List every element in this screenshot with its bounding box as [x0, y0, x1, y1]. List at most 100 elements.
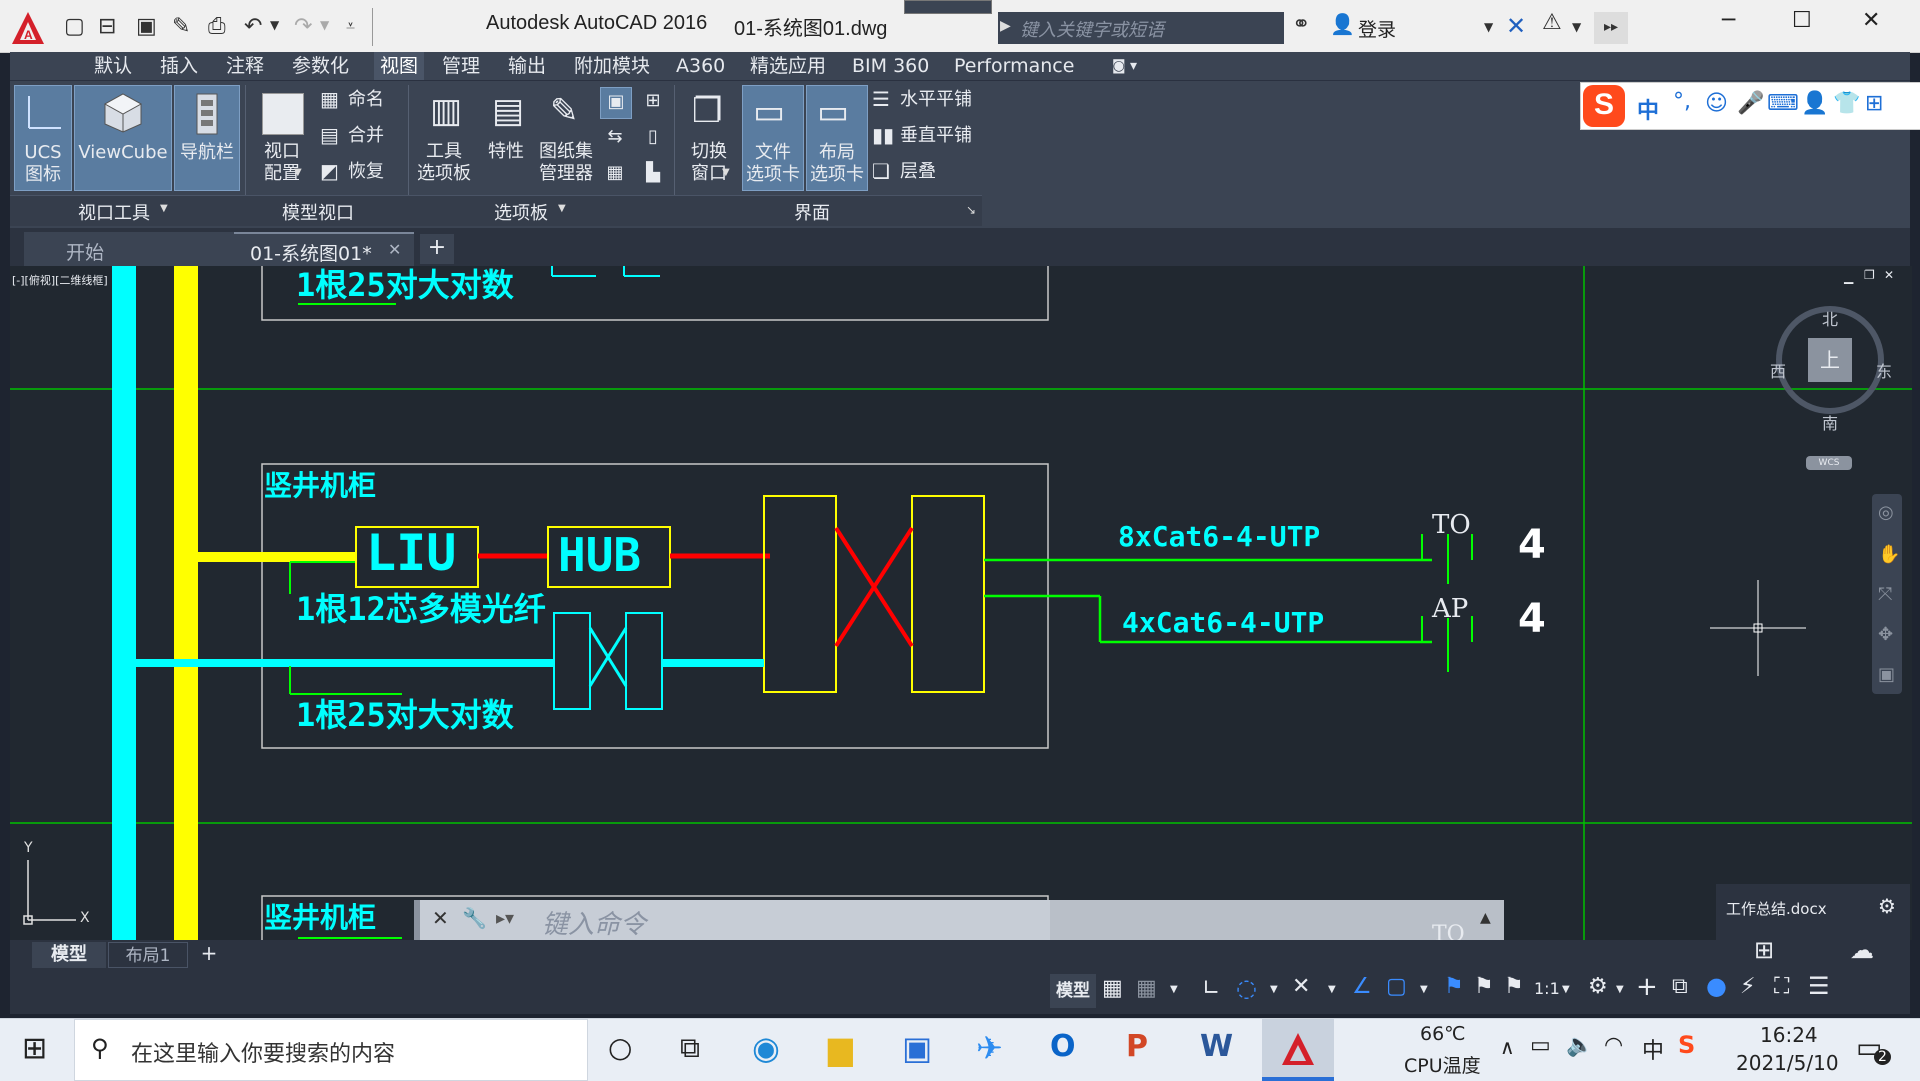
feishu-icon[interactable]: ✈: [976, 1029, 1003, 1067]
viewport-close-icon[interactable]: ✕: [1884, 268, 1894, 282]
panel-palettes[interactable]: 选项板: [494, 199, 548, 225]
help-strip[interactable]: ▸▸: [1594, 12, 1628, 44]
command-close-icon[interactable]: ✕: [432, 906, 449, 930]
store-icon[interactable]: ▣: [902, 1029, 932, 1067]
viewport-restore-icon[interactable]: ❐: [1864, 268, 1875, 282]
a360-icon[interactable]: ⚠: [1542, 10, 1562, 35]
osnap-track-icon[interactable]: ∠: [1352, 974, 1372, 999]
tab-layout1[interactable]: 布局1: [108, 942, 188, 968]
layout-tabs-button[interactable]: ▭ 布局 选项卡: [806, 85, 868, 191]
command-history-icon[interactable]: ▲: [1480, 910, 1491, 926]
search-box[interactable]: ▶ 键入关键字或短语: [998, 12, 1284, 44]
exchange-x-icon[interactable]: ✕: [1506, 12, 1526, 40]
annotation-visibility-icon[interactable]: ⚑: [1444, 974, 1464, 999]
sheetset-button[interactable]: ✎ 图纸集 管理器: [536, 85, 596, 189]
ime-lang-toggle[interactable]: 中: [1637, 93, 1659, 125]
ime-toolbox-icon[interactable]: ⊞: [1865, 91, 1883, 116]
scale-dropdown-icon[interactable]: ▼: [1562, 984, 1570, 995]
battery-icon[interactable]: ▭: [1530, 1033, 1551, 1058]
palette-small-1[interactable]: ▣: [600, 87, 632, 119]
tab-annotate[interactable]: 注释: [226, 52, 264, 80]
tab-current-file[interactable]: 01-系统图01* ✕: [234, 232, 414, 268]
ortho-icon[interactable]: ∟: [1202, 976, 1220, 1001]
new-note-icon[interactable]: ⊞: [1754, 936, 1774, 964]
notification-settings-icon[interactable]: ⚙: [1878, 894, 1896, 918]
viewport-minimize-icon[interactable]: ▁: [1844, 270, 1853, 284]
clock-date[interactable]: 2021/5/10: [1736, 1051, 1839, 1075]
viewcube-button[interactable]: ViewCube: [74, 85, 172, 191]
tab-a360[interactable]: A360: [676, 52, 725, 80]
save-as-icon[interactable]: ✎: [172, 14, 190, 39]
switch-window-button[interactable]: ❐ 切换 窗口: [678, 85, 740, 189]
tray-expand-icon[interactable]: ∧: [1500, 1035, 1515, 1059]
redo-dropdown-icon[interactable]: ▼: [320, 18, 329, 32]
tab-close-icon[interactable]: ✕: [388, 240, 401, 259]
powerpoint-icon[interactable]: P: [1126, 1029, 1148, 1064]
tab-model[interactable]: 模型: [32, 942, 106, 968]
steering-wheel-icon[interactable]: ◎: [1878, 502, 1894, 523]
properties-button[interactable]: ▤ 特性: [478, 85, 534, 189]
undo-dropdown-icon[interactable]: ▼: [270, 18, 279, 32]
annotation-scale-value[interactable]: 1:1: [1534, 979, 1560, 998]
polar-dropdown-icon[interactable]: ▼: [1270, 984, 1278, 995]
undo-icon[interactable]: ↶: [244, 14, 262, 39]
ribbon-minimize-icon[interactable]: ◙ ▾: [1112, 52, 1137, 80]
task-view-icon[interactable]: ⧉: [680, 1031, 700, 1065]
pan-icon[interactable]: ✋: [1878, 544, 1900, 565]
isodraft-icon[interactable]: ✕: [1292, 974, 1310, 999]
tab-performance[interactable]: Performance: [954, 52, 1074, 80]
palette-small-3[interactable]: ⇆: [600, 123, 630, 153]
search-input[interactable]: 键入关键字或短语: [1020, 16, 1164, 42]
ime-keyboard-icon[interactable]: ⌨: [1767, 91, 1799, 116]
ime-emoji-icon[interactable]: ☺: [1705, 91, 1728, 116]
palette-small-6[interactable]: ▙: [638, 159, 668, 189]
file-tabs-button[interactable]: ▭ 文件 选项卡: [742, 85, 804, 191]
tab-start[interactable]: 开始: [24, 232, 234, 266]
wcs-menu[interactable]: WCS: [1806, 456, 1852, 470]
customize-status-icon[interactable]: ☰: [1808, 972, 1830, 1000]
customize-qat-icon[interactable]: ⩡: [346, 16, 355, 36]
orbit-icon[interactable]: ✥: [1878, 624, 1893, 645]
viewport-config-dropdown-icon[interactable]: ▼: [294, 167, 302, 178]
save-icon[interactable]: ▣: [136, 14, 157, 39]
a360-dropdown-icon[interactable]: ▼: [1572, 20, 1581, 34]
navbar-button[interactable]: 导航栏: [174, 85, 240, 191]
hardware-accel-icon[interactable]: ⚡: [1740, 974, 1755, 999]
workspace-dropdown-icon[interactable]: ▼: [1616, 984, 1624, 995]
login-button[interactable]: 登录: [1358, 15, 1396, 42]
autocad-taskbar-button[interactable]: [1262, 1019, 1334, 1081]
tab-addins[interactable]: 附加模块: [574, 52, 650, 80]
panel-palettes-dropdown-icon[interactable]: ▼: [558, 203, 566, 214]
new-icon[interactable]: ▢: [64, 14, 85, 39]
ime-skin-icon[interactable]: 👕: [1833, 91, 1860, 116]
wifi-icon[interactable]: ◠: [1604, 1033, 1623, 1058]
notification-file[interactable]: 工作总结.docx: [1726, 898, 1827, 919]
print-icon[interactable]: ⎙: [208, 14, 226, 39]
units-icon[interactable]: ⧉: [1672, 974, 1688, 999]
tab-bim360[interactable]: BIM 360: [852, 52, 929, 80]
share-icon[interactable]: ☁: [1850, 936, 1874, 964]
command-line-handle[interactable]: [414, 900, 420, 940]
ime-indicator[interactable]: 中: [1642, 1033, 1664, 1065]
clock-time[interactable]: 16:24: [1760, 1023, 1818, 1047]
named-button[interactable]: ▦ 命名: [320, 87, 400, 115]
auto-scale-icon[interactable]: ⚑: [1474, 974, 1494, 999]
redo-icon[interactable]: ↷: [294, 14, 312, 39]
tab-manage[interactable]: 管理: [442, 52, 480, 80]
tab-featured-apps[interactable]: 精选应用: [750, 52, 826, 80]
maximize-icon[interactable]: ☐: [1792, 8, 1812, 33]
taskbar-search-box[interactable]: ⚲ 在这里输入你要搜索的内容: [74, 1019, 588, 1081]
ime-user-icon[interactable]: 👤: [1801, 91, 1828, 116]
minimize-icon[interactable]: ─: [1722, 8, 1735, 33]
tab-insert[interactable]: 插入: [160, 52, 198, 80]
panel-interface-launcher-icon[interactable]: ↘: [966, 203, 976, 217]
panel-viewport-tools-dropdown-icon[interactable]: ▼: [160, 203, 168, 214]
zoom-extents-icon[interactable]: ⤧: [1878, 584, 1892, 605]
outlook-icon[interactable]: O: [1050, 1029, 1076, 1064]
command-customize-icon[interactable]: 🔧: [462, 906, 487, 930]
user-icon[interactable]: 👤: [1330, 12, 1355, 36]
edge-icon[interactable]: ◉: [752, 1029, 780, 1067]
panel-viewport-tools[interactable]: 视口工具: [78, 199, 150, 225]
word-icon[interactable]: W: [1200, 1029, 1233, 1064]
sogou-tray-icon[interactable]: S: [1678, 1031, 1695, 1059]
